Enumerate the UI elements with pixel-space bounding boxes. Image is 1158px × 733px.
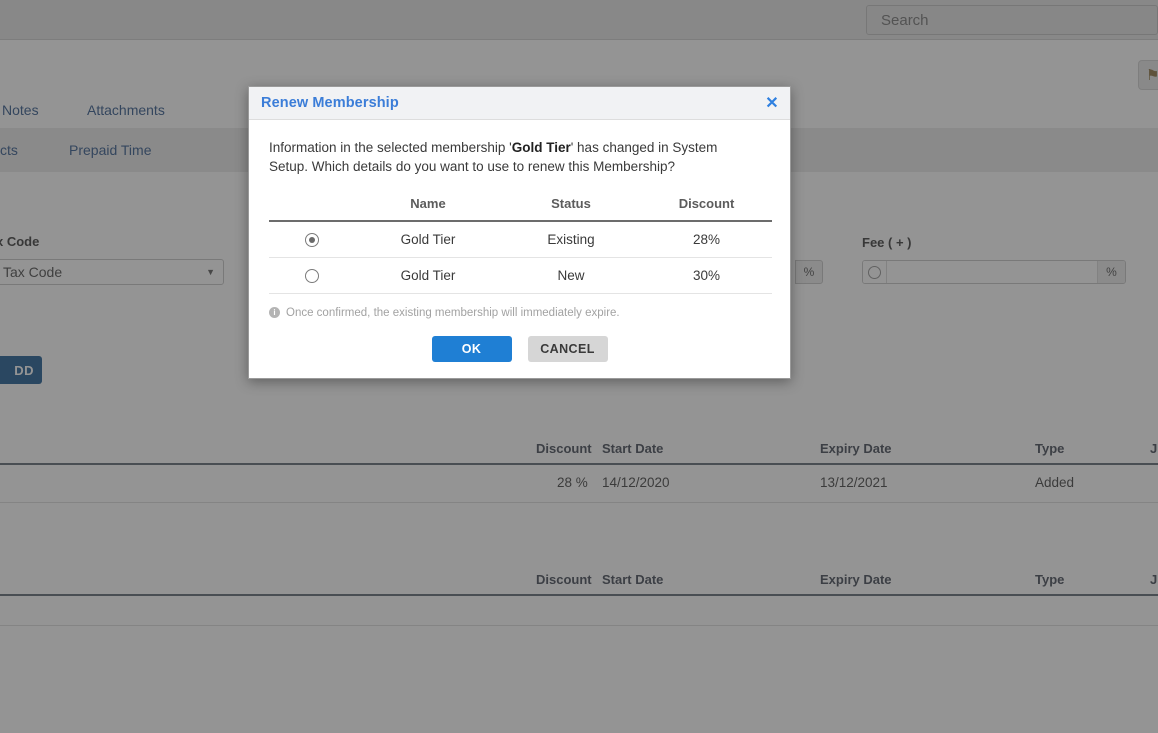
- cell-name: Gold Tier: [355, 221, 501, 258]
- radio-existing[interactable]: [305, 232, 319, 247]
- cancel-button[interactable]: CANCEL: [527, 336, 608, 362]
- column-discount: Discount: [678, 196, 735, 211]
- table-head: Name Status Discount: [269, 196, 772, 221]
- app-root: Search ⚑ Notes Attachments cts Prepaid T…: [0, 0, 1158, 733]
- message-part-1: Information in the selected membership ': [269, 140, 512, 155]
- close-icon[interactable]: ✕: [762, 94, 782, 114]
- cell-select[interactable]: [269, 257, 355, 294]
- cell-discount: 30%: [641, 257, 772, 294]
- column-name: Name: [410, 196, 446, 211]
- dialog-header: Renew Membership ✕: [249, 87, 790, 120]
- dialog-note: i Once confirmed, the existing membershi…: [269, 307, 770, 319]
- table-body: Gold Tier Existing 28% Gold Tier New 30%: [269, 221, 772, 294]
- table-row-existing[interactable]: Gold Tier Existing 28%: [269, 221, 772, 258]
- membership-options-table: Name Status Discount Gold Tier Existing …: [269, 196, 772, 294]
- table-row-new[interactable]: Gold Tier New 30%: [269, 257, 772, 294]
- cell-status: New: [501, 257, 641, 294]
- dialog-message: Information in the selected membership '…: [269, 138, 749, 176]
- cell-select[interactable]: [269, 221, 355, 258]
- dialog-footer: OK CANCEL: [249, 320, 790, 378]
- renew-membership-dialog: Renew Membership ✕ Information in the se…: [248, 86, 791, 379]
- radio-new[interactable]: [305, 268, 319, 283]
- cell-status: Existing: [501, 221, 641, 258]
- dialog-note-text: Once confirmed, the existing membership …: [286, 306, 620, 319]
- message-highlight: Gold Tier: [511, 140, 571, 155]
- dialog-body: Information in the selected membership '…: [249, 120, 790, 319]
- modal-overlay-top-shade: [0, 0, 1158, 40]
- ok-button[interactable]: OK: [431, 336, 512, 362]
- table-header-row: Name Status Discount: [269, 196, 772, 221]
- column-status: Status: [551, 196, 591, 211]
- cell-name: Gold Tier: [355, 257, 501, 294]
- cell-discount: 28%: [641, 221, 772, 258]
- dialog-title: Renew Membership: [261, 95, 399, 111]
- info-icon: i: [269, 307, 280, 318]
- column-select: [269, 196, 355, 221]
